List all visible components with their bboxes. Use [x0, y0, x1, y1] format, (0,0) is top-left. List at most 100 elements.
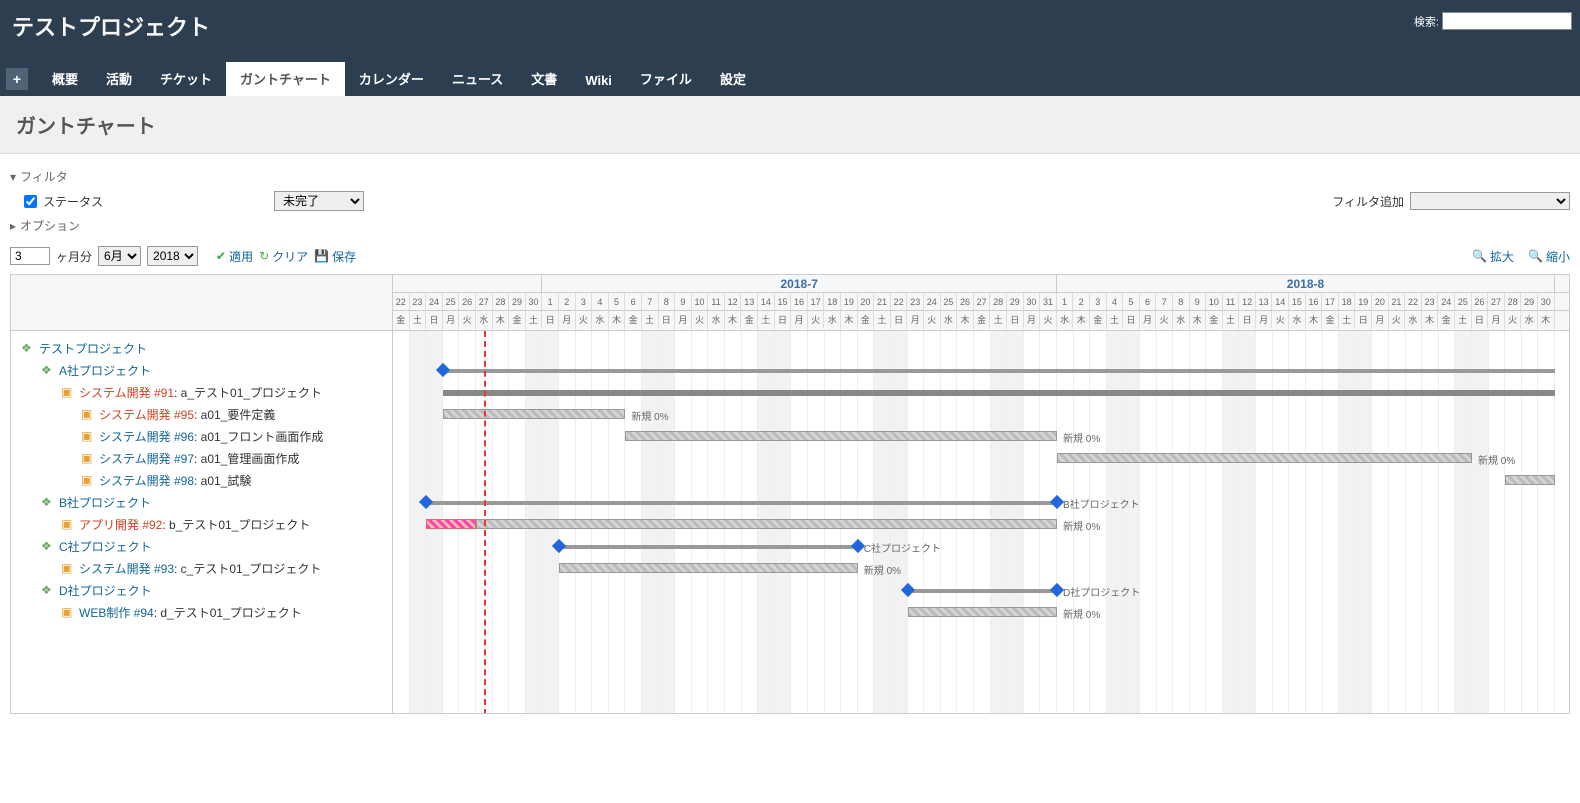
month-header: 2018-8 [1057, 275, 1555, 292]
dow-header: 火 [808, 311, 825, 329]
task-bar[interactable] [625, 431, 1057, 441]
save-button[interactable]: 💾 保存 [314, 248, 356, 265]
tab-5[interactable]: ニュース [438, 61, 517, 96]
tree-link: : d_テスト01_プロジェクト [154, 604, 302, 621]
tree-row[interactable]: ▣システム開発 #98: a01_試験 [15, 469, 388, 491]
tree-row[interactable]: ❖D社プロジェクト [15, 579, 388, 601]
project-icon: ❖ [41, 539, 55, 553]
tree-row[interactable]: ▣システム開発 #91: a_テスト01_プロジェクト [15, 381, 388, 403]
tree-link[interactable]: WEB制作 #94 [79, 604, 154, 621]
tab-0[interactable]: 概要 [38, 61, 92, 96]
day-header: 2 [559, 293, 576, 310]
day-header: 25 [941, 293, 958, 310]
status-checkbox[interactable] [24, 195, 37, 208]
day-header: 17 [1322, 293, 1339, 310]
dow-header: 木 [725, 311, 742, 329]
filter-add-select[interactable] [1410, 192, 1570, 210]
tree-link[interactable]: システム開発 #96 [99, 428, 194, 445]
day-header: 24 [426, 293, 443, 310]
task-bar[interactable] [443, 390, 1555, 396]
tree-link[interactable]: C社プロジェクト [59, 538, 152, 555]
tree-row[interactable]: ❖ C社プロジェクト [15, 535, 388, 557]
dow-header: 日 [542, 311, 559, 329]
tree-link[interactable]: システム開発 #91 [79, 384, 174, 401]
gantt-tree-panel: ❖テストプロジェクト❖A社プロジェクト▣システム開発 #91: a_テスト01_… [11, 275, 393, 713]
summary-bar [908, 589, 1057, 593]
task-bar[interactable] [1505, 475, 1555, 485]
tree-link[interactable]: システム開発 #95 [99, 406, 194, 423]
tree-link[interactable]: A社プロジェクト [59, 362, 151, 379]
year-select[interactable]: 2018 [147, 246, 198, 266]
tree-header [11, 275, 392, 331]
tree-link[interactable]: システム開発 #93 [79, 560, 174, 577]
task-bar[interactable] [1057, 453, 1472, 463]
dow-header: 金 [393, 311, 410, 329]
task-bar[interactable] [476, 519, 1057, 529]
new-tab-button[interactable]: + [6, 68, 28, 90]
tree-row[interactable]: ❖テストプロジェクト [15, 337, 388, 359]
task-bar[interactable] [908, 607, 1057, 617]
dow-header: 土 [1455, 311, 1472, 329]
tree-link: : a01_フロント画面作成 [194, 428, 323, 445]
tracker-icon: ▣ [81, 407, 95, 421]
check-icon: ✔ [216, 249, 226, 263]
day-header: 10 [692, 293, 709, 310]
day-column [1107, 331, 1124, 713]
months-input[interactable] [10, 247, 50, 265]
task-bar[interactable] [426, 519, 476, 529]
tab-7[interactable]: Wiki [571, 65, 626, 96]
dow-header: 土 [1107, 311, 1124, 329]
dow-header: 火 [459, 311, 476, 329]
tree-row[interactable]: ▣システム開発 #96: a01_フロント画面作成 [15, 425, 388, 447]
tree-row[interactable]: ▣WEB制作 #94: d_テスト01_プロジェクト [15, 601, 388, 623]
tab-6[interactable]: 文書 [517, 61, 571, 96]
project-tree: ❖テストプロジェクト❖A社プロジェクト▣システム開発 #91: a_テスト01_… [11, 331, 392, 629]
apply-button[interactable]: ✔ 適用 [216, 248, 253, 265]
tree-link[interactable]: アプリ開発 #92 [79, 516, 162, 533]
clear-button[interactable]: ↻ クリア [259, 248, 308, 265]
dow-header: 金 [1090, 311, 1107, 329]
tab-8[interactable]: ファイル [626, 61, 706, 96]
tree-link[interactable]: D社プロジェクト [59, 582, 152, 599]
search-box: 検索: [1414, 12, 1572, 30]
tab-3[interactable]: ガントチャート [226, 61, 345, 96]
zoom-in-button[interactable]: 🔍 拡大 [1472, 248, 1514, 265]
options-toggle[interactable]: ▸ オプション [10, 217, 1570, 234]
day-header: 30 [1538, 293, 1555, 310]
tab-4[interactable]: カレンダー [345, 61, 438, 96]
dow-header: 木 [493, 311, 510, 329]
tracker-icon: ▣ [61, 385, 75, 399]
tree-row[interactable]: ▣アプリ開発 #92: b_テスト01_プロジェクト [15, 513, 388, 535]
filter-toggle[interactable]: ▾ フィルタ [10, 168, 1570, 185]
day-column [1123, 331, 1140, 713]
summary-bar [559, 545, 858, 549]
tree-row[interactable]: ▣システム開発 #95: a01_要件定義 [15, 403, 388, 425]
tree-row[interactable]: ❖B社プロジェクト [15, 491, 388, 513]
month-header [393, 275, 542, 292]
tree-row[interactable]: ▣システム開発 #93: c_テスト01_プロジェクト [15, 557, 388, 579]
tree-row[interactable]: ▣システム開発 #97: a01_管理画面作成 [15, 447, 388, 469]
status-select[interactable]: 未完了 [274, 191, 364, 211]
bar-label: 新規 0% [1063, 518, 1100, 533]
tab-9[interactable]: 設定 [706, 61, 760, 96]
zoom-out-button[interactable]: 🔍 縮小 [1528, 248, 1570, 265]
tree-link[interactable]: システム開発 #98 [99, 472, 194, 489]
task-bar[interactable] [559, 563, 858, 573]
day-column [393, 331, 410, 713]
task-bar[interactable] [443, 409, 626, 419]
month-select[interactable]: 6月 [98, 246, 141, 266]
dow-header: 日 [775, 311, 792, 329]
tree-link[interactable]: B社プロジェクト [59, 494, 151, 511]
tab-1[interactable]: 活動 [92, 61, 146, 96]
tree-link[interactable]: テストプロジェクト [39, 340, 147, 357]
dow-header: 月 [675, 311, 692, 329]
tab-2[interactable]: チケット [146, 61, 226, 96]
tree-link[interactable]: システム開発 #97 [99, 450, 194, 467]
day-header: 15 [775, 293, 792, 310]
tree-row[interactable]: ❖A社プロジェクト [15, 359, 388, 381]
day-column [1289, 331, 1306, 713]
day-header: 23 [1422, 293, 1439, 310]
day-column [1356, 331, 1373, 713]
day-header: 24 [1438, 293, 1455, 310]
search-input[interactable] [1442, 12, 1572, 30]
